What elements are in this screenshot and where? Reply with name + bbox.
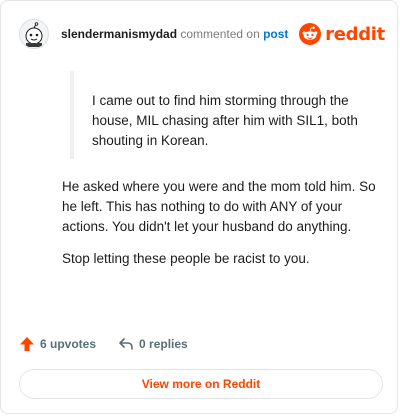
username[interactable]: slendermanismydad	[61, 27, 177, 41]
reddit-brand[interactable]: reddit	[299, 23, 385, 45]
reddit-wordmark: reddit	[325, 23, 385, 45]
comment-action-text: commented on	[177, 27, 264, 41]
reply-arrow-icon	[119, 338, 133, 350]
avatar-snoo-icon	[25, 22, 43, 47]
reddit-logo-icon	[299, 23, 322, 45]
post-link[interactable]: post	[263, 27, 288, 41]
upvotes-count: 6 upvotes	[40, 337, 97, 351]
comment-header: slendermanismydad commented on post redd…	[19, 19, 385, 49]
comment-embed-card: slendermanismydad commented on post redd…	[0, 0, 398, 414]
comment-paragraph: He asked where you were and the mom told…	[62, 179, 376, 234]
view-more-button[interactable]: View more on Reddit	[19, 369, 383, 399]
replies-count: 0 replies	[139, 337, 188, 351]
upvotes-stat[interactable]: 6 upvotes	[19, 336, 96, 352]
upvote-arrow-icon	[20, 337, 34, 351]
comment-paragraph: Stop letting these people be racist to y…	[62, 251, 310, 266]
comment-footer: 6 upvotes 0 replies	[19, 334, 188, 354]
replies-stat[interactable]: 0 replies	[118, 336, 188, 352]
comment-body: He asked where you were and the mom told…	[62, 177, 380, 281]
avatar[interactable]	[19, 19, 49, 49]
quoted-text: I came out to find him storming through …	[70, 71, 360, 159]
comment-meta: slendermanismydad commented on post	[61, 27, 288, 41]
